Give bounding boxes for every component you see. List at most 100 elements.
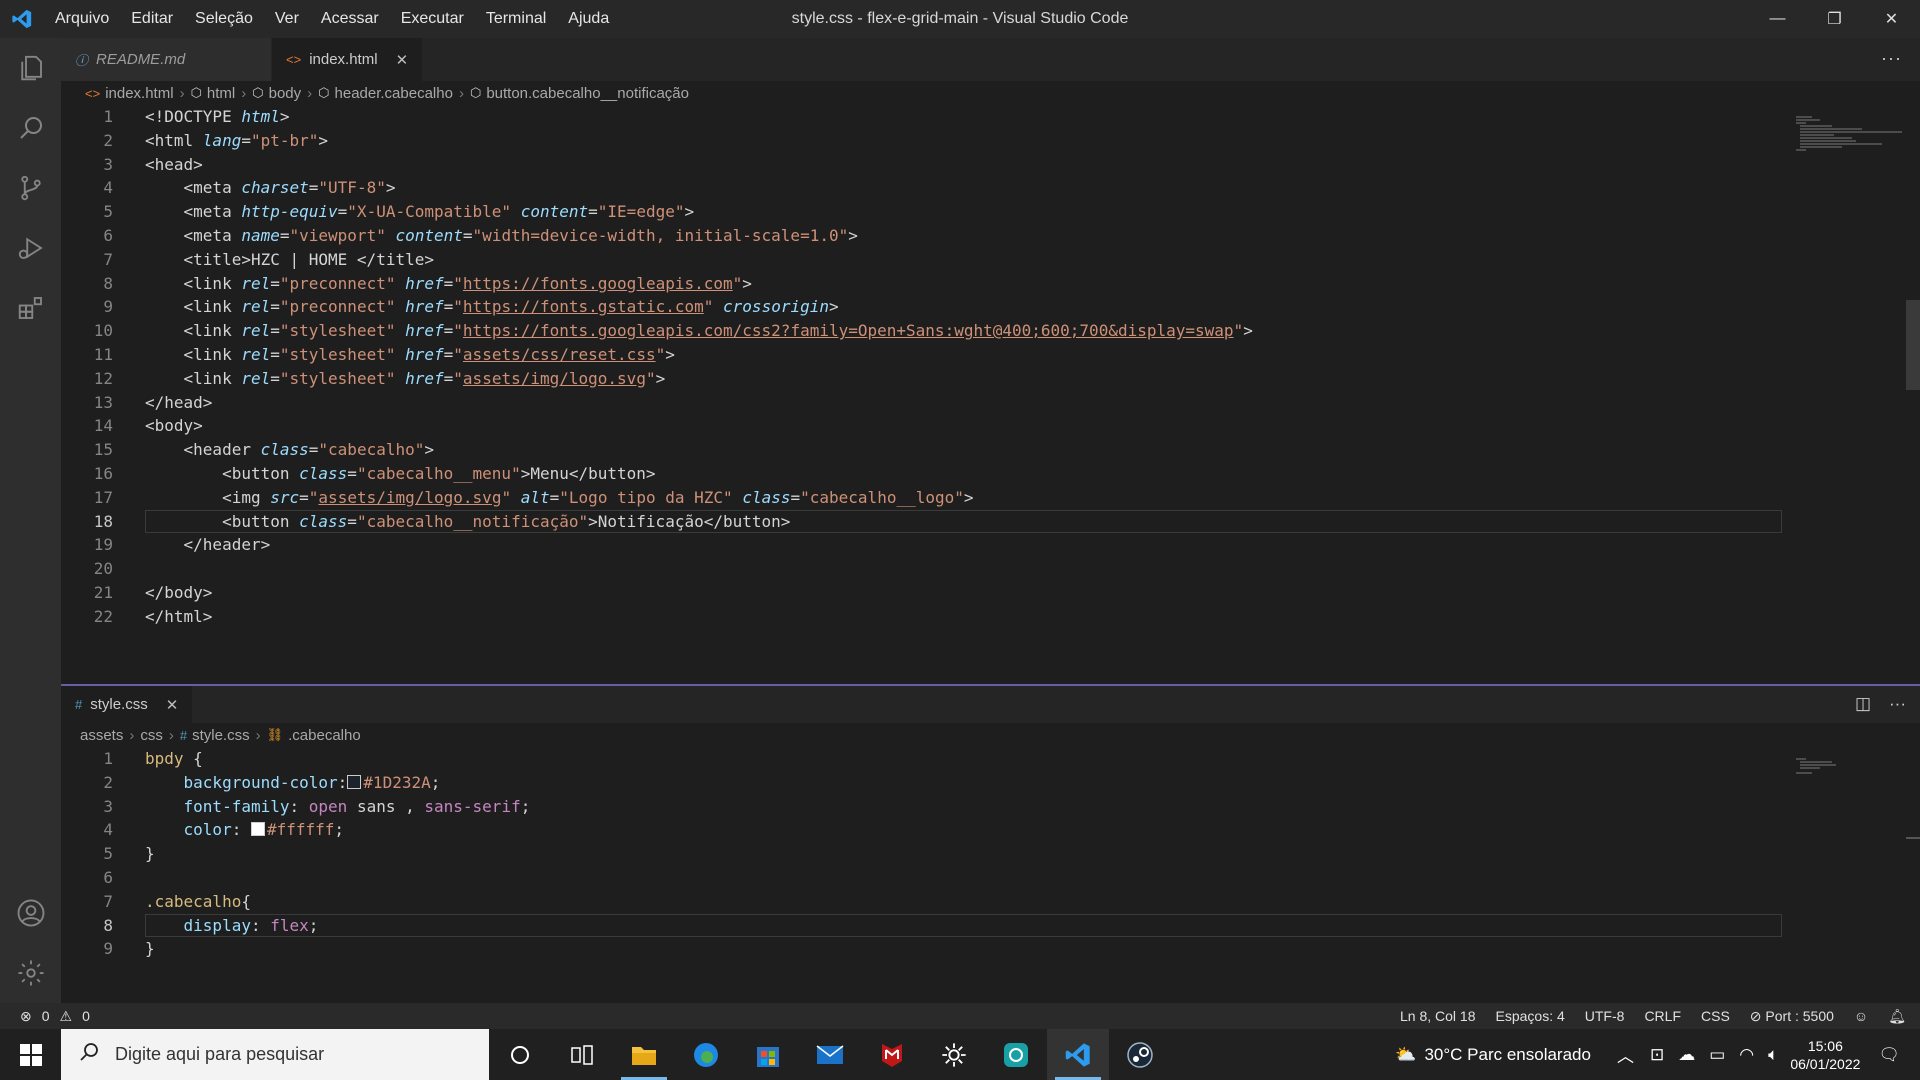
indentation[interactable]: Espaços: 4 xyxy=(1496,1008,1565,1024)
line-number: 16 xyxy=(93,463,113,483)
source-control-icon[interactable] xyxy=(0,158,61,218)
breadcrumb-item[interactable]: assets › xyxy=(80,727,140,744)
code-line: <link rel="preconnect" href="https://fon… xyxy=(183,273,752,293)
mail-icon[interactable] xyxy=(799,1029,861,1080)
breadcrumb-item[interactable]: # style.css › xyxy=(180,727,267,744)
menu-ajuda[interactable]: Ajuda xyxy=(557,0,620,38)
line-number: 6 xyxy=(103,867,113,887)
minimize-button[interactable]: — xyxy=(1749,0,1806,38)
more-actions-icon[interactable]: ··· xyxy=(1881,48,1902,69)
extensions-icon[interactable] xyxy=(0,278,61,338)
account-icon[interactable] xyxy=(0,883,61,943)
color-swatch[interactable] xyxy=(250,822,265,837)
breadcrumb-item[interactable]: ⬡ body › xyxy=(252,85,318,102)
tab-index-html[interactable]: <> index.html ✕ xyxy=(272,38,424,81)
taskbar-search[interactable]: Digite aqui para pesquisar xyxy=(61,1029,489,1080)
task-view-icon[interactable] xyxy=(551,1029,613,1080)
microsoft-store-icon[interactable] xyxy=(737,1029,799,1080)
color-swatch[interactable] xyxy=(347,774,362,789)
breadcrumb-item[interactable]: ⬡ button.cabecalho__notificação xyxy=(470,85,689,102)
notifications-bell-icon[interactable]: 🔔︎ xyxy=(1888,1008,1906,1025)
code-editor-html[interactable]: 1 <!DOCTYPE html> 2 <html lang="pt-br"> 3 <… xyxy=(61,105,1920,680)
crumb-label: header.cabecalho xyxy=(334,84,453,102)
mcafee-icon[interactable] xyxy=(861,1029,923,1080)
code-line: <header class="cabecalho"> xyxy=(183,440,435,460)
minimap[interactable] xyxy=(1792,115,1902,155)
battery-icon[interactable]: ▭ xyxy=(1709,1045,1725,1065)
tab-style-css[interactable]: # style.css ✕ xyxy=(61,686,194,723)
encoding[interactable]: UTF-8 xyxy=(1585,1008,1625,1024)
tab-readme[interactable]: ⓘ README.md xyxy=(61,38,272,81)
app-q-icon[interactable] xyxy=(985,1029,1047,1080)
split-editor-icon[interactable]: ◫ xyxy=(1855,694,1871,714)
broadcast-icon: ⊘ xyxy=(1749,1007,1766,1024)
menu-acessar[interactable]: Acessar xyxy=(310,0,390,38)
menu-arquivo[interactable]: Arquivo xyxy=(44,0,120,38)
status-bar: ⊗ 0 ⚠ 0 Ln 8, Col 18 Espaços: 4 UTF-8 CRLF… xyxy=(0,1003,1920,1029)
menu-terminal[interactable]: Terminal xyxy=(475,0,557,38)
line-number: 14 xyxy=(93,416,113,436)
settings-gear-icon[interactable] xyxy=(0,943,61,1003)
scrollbar[interactable] xyxy=(1906,837,1920,839)
restore-button[interactable]: ❐ xyxy=(1806,0,1863,38)
cortana-icon[interactable] xyxy=(489,1029,551,1080)
line-number: 4 xyxy=(103,178,113,198)
window-controls: — ❐ ✕ xyxy=(1749,0,1920,38)
line-number: 1 xyxy=(103,107,113,126)
weather-icon[interactable]: ⛅ xyxy=(1395,1045,1416,1065)
breadcrumb-item[interactable]: <> index.html › xyxy=(85,85,191,102)
close-icon[interactable]: ✕ xyxy=(166,696,179,714)
windows-start-icon[interactable] xyxy=(0,1029,61,1080)
volume-icon[interactable]: 🔈︎ xyxy=(1768,1045,1778,1065)
close-icon[interactable]: ✕ xyxy=(396,51,409,69)
menu-selecao[interactable]: Seleção xyxy=(184,0,264,38)
code-editor-css[interactable]: 1 bpdy { 2 background-color: #1D232A; 3 fo… xyxy=(61,747,1920,997)
code-line: </html> xyxy=(145,606,213,626)
clock-time: 15:06 xyxy=(1807,1037,1843,1054)
close-button[interactable]: ✕ xyxy=(1863,0,1920,38)
crumb-label: style.css xyxy=(192,726,250,744)
search-icon[interactable] xyxy=(0,98,61,158)
cursor-position[interactable]: Ln 8, Col 18 xyxy=(1400,1008,1476,1024)
feedback-icon[interactable]: ☺ xyxy=(1854,1008,1868,1024)
line-number: 9 xyxy=(103,297,113,317)
activity-bar xyxy=(0,38,61,1003)
language-mode[interactable]: CSS xyxy=(1701,1008,1730,1024)
line-number: 18 xyxy=(93,511,113,531)
meet-now-icon[interactable]: ⊡ xyxy=(1650,1045,1664,1065)
code-line: <html lang="pt-br"> xyxy=(145,130,329,150)
steam-icon[interactable] xyxy=(1109,1029,1171,1080)
live-server-port[interactable]: ⊘ Port : 5500 xyxy=(1750,1008,1834,1025)
code-line: <meta http-equiv="X-UA-Compatible" conte… xyxy=(183,202,695,222)
scrollbar[interactable] xyxy=(1906,300,1920,390)
menu-editar[interactable]: Editar xyxy=(120,0,184,38)
problems-indicator[interactable]: ⊗ 0 ⚠ 0 xyxy=(0,1008,90,1025)
error-count: 0 xyxy=(41,1008,50,1024)
end-of-line[interactable]: CRLF xyxy=(1644,1008,1681,1024)
minimap[interactable] xyxy=(1792,757,1902,777)
line-number: 20 xyxy=(93,559,113,579)
element-icon: ⬡ xyxy=(318,85,330,100)
breadcrumb-item[interactable]: ⬡ html › xyxy=(191,85,253,102)
onedrive-cloud-icon[interactable]: ☁ xyxy=(1678,1045,1695,1065)
wifi-icon[interactable]: ◠ xyxy=(1739,1045,1754,1065)
run-debug-icon[interactable] xyxy=(0,218,61,278)
notification-center-icon[interactable]: 🗨︎ xyxy=(1878,1045,1900,1065)
weather-text[interactable]: 30°C Parc ensolarado xyxy=(1424,1045,1591,1065)
explorer-icon[interactable] xyxy=(0,38,61,98)
code-line: <meta charset="UTF-8"> xyxy=(183,178,396,198)
vscode-taskbar-icon[interactable] xyxy=(1047,1029,1109,1080)
settings-gear-icon[interactable] xyxy=(923,1029,985,1080)
error-icon: ⊗ xyxy=(20,1007,32,1024)
vscode-logo-icon[interactable] xyxy=(0,0,44,38)
breadcrumb-item[interactable]: ⬡ header.cabecalho › xyxy=(318,85,470,102)
breadcrumb-item[interactable]: css › xyxy=(140,727,180,744)
file-explorer-icon[interactable] xyxy=(613,1029,675,1080)
chevron-up-icon[interactable]: ︿ xyxy=(1617,1042,1634,1067)
clock[interactable]: 15:06 06/01/2022 xyxy=(1790,1037,1860,1073)
menu-ver[interactable]: Ver xyxy=(264,0,310,38)
breadcrumb-item[interactable]: ⛓ .cabecalho xyxy=(267,727,361,744)
more-actions-icon[interactable]: ··· xyxy=(1889,694,1906,714)
menu-executar[interactable]: Executar xyxy=(390,0,475,38)
edge-browser-icon[interactable] xyxy=(675,1029,737,1080)
